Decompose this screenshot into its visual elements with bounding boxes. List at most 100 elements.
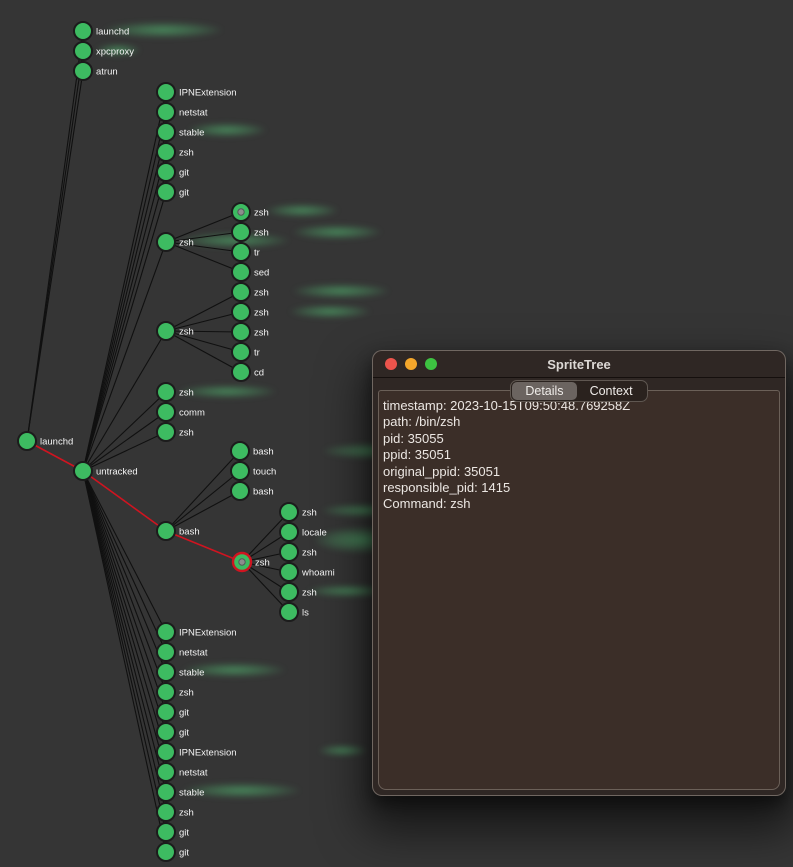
tab-context[interactable]: Context: [577, 382, 646, 400]
process-node-circle[interactable]: [157, 803, 175, 821]
process-node[interactable]: whoami: [280, 563, 335, 581]
zoom-button[interactable]: [425, 358, 437, 370]
process-node-circle[interactable]: [157, 783, 175, 801]
process-node-circle[interactable]: [157, 163, 175, 181]
process-node[interactable]: tr: [232, 343, 260, 361]
process-node-circle[interactable]: [232, 343, 250, 361]
process-node[interactable]: zsh: [232, 203, 269, 221]
process-node-circle[interactable]: [232, 363, 250, 381]
process-node[interactable]: ls: [280, 603, 309, 621]
process-node[interactable]: zsh: [280, 583, 317, 601]
process-node-circle[interactable]: [157, 83, 175, 101]
process-node[interactable]: netstat: [157, 103, 208, 121]
process-node[interactable]: untracked: [74, 462, 138, 480]
process-node-circle[interactable]: [157, 183, 175, 201]
process-node[interactable]: git: [157, 163, 189, 181]
process-node[interactable]: launchd: [18, 432, 73, 450]
process-node[interactable]: git: [157, 723, 189, 741]
process-node-circle[interactable]: [157, 763, 175, 781]
process-node[interactable]: zsh: [157, 383, 194, 401]
process-node-circle[interactable]: [18, 432, 36, 450]
process-node[interactable]: netstat: [157, 643, 208, 661]
process-node-circle[interactable]: [157, 522, 175, 540]
process-node-circle[interactable]: [157, 703, 175, 721]
process-node[interactable]: IPNExtension: [157, 83, 237, 101]
process-node[interactable]: zsh: [280, 543, 317, 561]
process-node-circle[interactable]: [157, 123, 175, 141]
process-node[interactable]: bash: [231, 482, 274, 500]
close-button[interactable]: [385, 358, 397, 370]
process-node[interactable]: zsh: [232, 223, 269, 241]
process-node-circle[interactable]: [157, 723, 175, 741]
process-node[interactable]: touch: [231, 462, 276, 480]
process-node-circle[interactable]: [157, 233, 175, 251]
process-node[interactable]: git: [157, 183, 189, 201]
process-node-circle[interactable]: [157, 143, 175, 161]
process-node-circle[interactable]: [157, 843, 175, 861]
process-node[interactable]: git: [157, 843, 189, 861]
process-node-circle[interactable]: [232, 263, 250, 281]
process-node-circle[interactable]: [157, 403, 175, 421]
process-node-circle[interactable]: [280, 543, 298, 561]
process-node[interactable]: zsh: [157, 683, 194, 701]
process-node-circle[interactable]: [157, 383, 175, 401]
process-node[interactable]: zsh: [157, 803, 194, 821]
process-node-circle[interactable]: [157, 643, 175, 661]
process-node[interactable]: zsh: [157, 322, 194, 340]
process-node-circle[interactable]: [232, 303, 250, 321]
process-node[interactable]: netstat: [157, 763, 208, 781]
process-node[interactable]: stable: [157, 783, 204, 801]
process-node[interactable]: git: [157, 703, 189, 721]
process-node-label: bash: [253, 447, 274, 458]
process-node[interactable]: zsh: [232, 323, 269, 341]
process-node-circle[interactable]: [232, 283, 250, 301]
process-node-circle[interactable]: [74, 62, 92, 80]
process-node-circle[interactable]: [232, 223, 250, 241]
process-node[interactable]: launchd: [74, 22, 129, 40]
process-node-circle[interactable]: [157, 663, 175, 681]
process-node-circle[interactable]: [157, 823, 175, 841]
process-node[interactable]: zsh: [157, 423, 194, 441]
process-node-circle[interactable]: [280, 503, 298, 521]
process-node-circle[interactable]: [280, 523, 298, 541]
process-node[interactable]: zsh: [232, 283, 269, 301]
process-node[interactable]: IPNExtension: [157, 743, 237, 761]
process-node[interactable]: bash: [231, 442, 274, 460]
process-node[interactable]: zsh: [280, 503, 317, 521]
process-node[interactable]: cd: [232, 363, 264, 381]
process-node-circle[interactable]: [157, 623, 175, 641]
process-node-circle[interactable]: [157, 683, 175, 701]
process-node-circle[interactable]: [74, 462, 92, 480]
tab-details[interactable]: Details: [512, 382, 576, 400]
process-node[interactable]: git: [157, 823, 189, 841]
process-node[interactable]: atrun: [74, 62, 118, 80]
process-node-circle[interactable]: [157, 322, 175, 340]
process-node-circle[interactable]: [74, 42, 92, 60]
minimize-button[interactable]: [405, 358, 417, 370]
process-node-circle[interactable]: [280, 563, 298, 581]
process-node[interactable]: zsh: [232, 303, 269, 321]
process-node-circle[interactable]: [231, 462, 249, 480]
process-node-circle[interactable]: [280, 583, 298, 601]
process-node[interactable]: tr: [232, 243, 260, 261]
process-node-circle[interactable]: [231, 442, 249, 460]
process-node-circle[interactable]: [231, 482, 249, 500]
process-node[interactable]: IPNExtension: [157, 623, 237, 641]
process-node-circle[interactable]: [74, 22, 92, 40]
process-node[interactable]: zsh: [157, 233, 194, 251]
process-node[interactable]: stable: [157, 123, 204, 141]
process-node[interactable]: zsh: [157, 143, 194, 161]
process-node-circle[interactable]: [232, 323, 250, 341]
process-node-circle[interactable]: [157, 743, 175, 761]
process-node[interactable]: locale: [280, 523, 327, 541]
process-node[interactable]: comm: [157, 403, 205, 421]
process-node-circle[interactable]: [232, 243, 250, 261]
process-node[interactable]: sed: [232, 263, 269, 281]
process-node[interactable]: stable: [157, 663, 204, 681]
process-node-circle[interactable]: [280, 603, 298, 621]
process-node[interactable]: xpcproxy: [74, 42, 134, 60]
process-node-circle[interactable]: [157, 423, 175, 441]
window-titlebar[interactable]: SpriteTree: [373, 351, 785, 378]
sprite-tree-window[interactable]: SpriteTree Details Context timestamp: 20…: [372, 350, 786, 796]
process-node-circle[interactable]: [157, 103, 175, 121]
